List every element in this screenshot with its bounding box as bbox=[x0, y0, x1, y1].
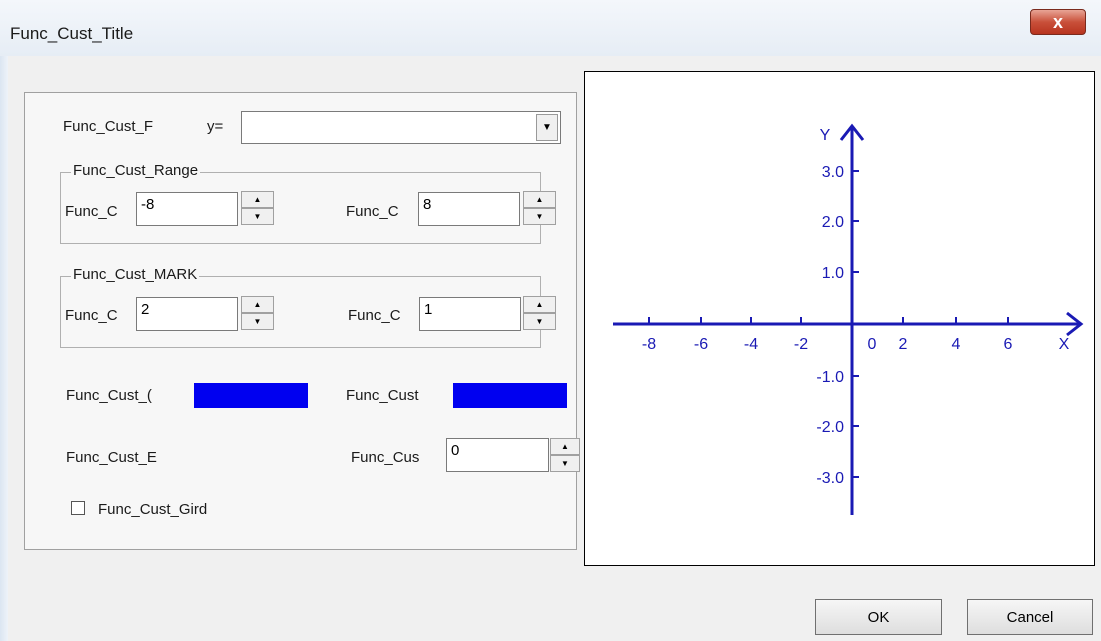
axis-color-label: Func_Cust bbox=[346, 387, 419, 404]
mark-y-label: Func_C bbox=[348, 307, 401, 324]
spin-down-icon[interactable]: ▼ bbox=[523, 313, 556, 330]
range-min-label: Func_C bbox=[65, 203, 118, 220]
range-min-spinner[interactable]: ▲ ▼ bbox=[241, 191, 274, 227]
dropdown-arrow-icon[interactable]: ▼ bbox=[536, 114, 558, 141]
y-tick-label: -1.0 bbox=[816, 369, 844, 386]
spin-up-icon[interactable]: ▲ bbox=[523, 191, 556, 208]
y-tick-label: 1.0 bbox=[822, 265, 844, 282]
graph-preview: -8 -6 -4 -2 0 2 4 6 3.0 2.0 1.0 -1.0 -2.0 -3.0 X Y bbox=[584, 71, 1095, 566]
extra-right-input[interactable]: 0 bbox=[446, 438, 549, 472]
axes-plot: -8 -6 -4 -2 0 2 4 6 3.0 2.0 1.0 -1.0 -2.0 -3.0 X Y bbox=[613, 123, 1084, 515]
extra-right-label: Func_Cus bbox=[351, 449, 420, 466]
spin-up-icon[interactable]: ▲ bbox=[523, 296, 556, 313]
mark-x-input[interactable]: 2 bbox=[136, 297, 238, 331]
expression-combobox[interactable]: ▼ bbox=[241, 111, 561, 144]
ok-button[interactable]: OK bbox=[815, 599, 942, 635]
mark-y-input[interactable]: 1 bbox=[419, 297, 521, 331]
extra-left-label: Func_Cust_E bbox=[66, 449, 157, 466]
x-axis-label: X bbox=[1059, 336, 1070, 353]
x-tick-label: 6 bbox=[1004, 336, 1013, 353]
range-max-spinner[interactable]: ▲ ▼ bbox=[523, 191, 556, 227]
axis-color-swatch[interactable] bbox=[453, 383, 567, 408]
y-tick-label: 2.0 bbox=[822, 214, 844, 231]
mark-y-spinner[interactable]: ▲ ▼ bbox=[523, 296, 556, 332]
y-equals-label: y= bbox=[207, 118, 224, 135]
x-tick-label: -2 bbox=[794, 336, 808, 353]
range-min-input[interactable]: -8 bbox=[136, 192, 238, 226]
dialog-window: Func_Cust_Title x Func_Cust_Range Func_C… bbox=[0, 0, 1101, 641]
x-tick-label: 4 bbox=[952, 336, 961, 353]
spin-down-icon[interactable]: ▼ bbox=[241, 313, 274, 330]
range-max-label: Func_C bbox=[346, 203, 399, 220]
spin-down-icon[interactable]: ▼ bbox=[550, 455, 580, 472]
expression-label: Func_Cust_F bbox=[63, 118, 154, 135]
y-tick-label: -2.0 bbox=[816, 419, 844, 436]
x-tick-label: -8 bbox=[642, 336, 656, 353]
close-icon: x bbox=[1052, 11, 1063, 32]
spin-down-icon[interactable]: ▼ bbox=[523, 208, 556, 225]
grid-checkbox[interactable] bbox=[71, 501, 85, 515]
window-title: Func_Cust_Title bbox=[10, 24, 134, 43]
grid-checkbox-label: Func_Cust_Gird bbox=[98, 501, 208, 518]
mark-x-label: Func_C bbox=[65, 307, 118, 324]
y-tick-label: -3.0 bbox=[816, 470, 844, 487]
spin-up-icon[interactable]: ▲ bbox=[241, 296, 274, 313]
range-max-input[interactable]: 8 bbox=[418, 192, 520, 226]
extra-right-spinner[interactable]: ▲ ▼ bbox=[550, 438, 580, 474]
title-bar[interactable]: Func_Cust_Title x bbox=[0, 0, 1101, 56]
close-button[interactable]: x bbox=[1030, 9, 1086, 35]
spin-up-icon[interactable]: ▲ bbox=[550, 438, 580, 455]
y-tick-label: 3.0 bbox=[822, 164, 844, 181]
x-tick-label: -4 bbox=[744, 336, 758, 353]
x-tick-label: 0 bbox=[868, 336, 877, 353]
x-tick-label: 2 bbox=[899, 336, 908, 353]
y-axis-label: Y bbox=[820, 127, 831, 144]
spin-down-icon[interactable]: ▼ bbox=[241, 208, 274, 225]
range-group-title: Func_Cust_Range bbox=[71, 162, 201, 179]
x-tick-label: -6 bbox=[694, 336, 708, 353]
window-left-border bbox=[0, 56, 8, 641]
curve-color-label: Func_Cust_( bbox=[66, 387, 152, 404]
cancel-button[interactable]: Cancel bbox=[967, 599, 1093, 635]
mark-x-spinner[interactable]: ▲ ▼ bbox=[241, 296, 274, 332]
curve-color-swatch[interactable] bbox=[194, 383, 308, 408]
spin-up-icon[interactable]: ▲ bbox=[241, 191, 274, 208]
mark-group-title: Func_Cust_MARK bbox=[71, 266, 200, 283]
